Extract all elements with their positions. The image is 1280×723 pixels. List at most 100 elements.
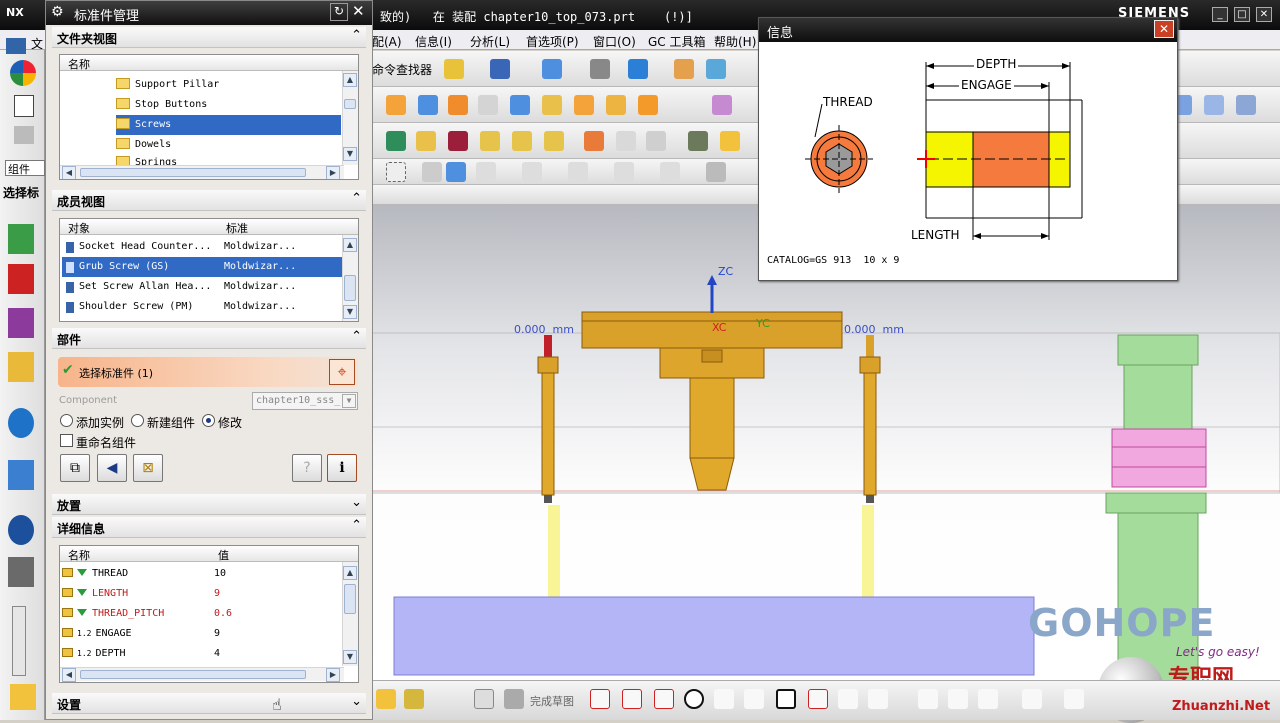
feature-icon[interactable] (386, 95, 406, 115)
snap-icon[interactable] (490, 59, 510, 79)
scroll-right-icon[interactable]: ▶ (326, 668, 340, 682)
tree-item[interactable]: Dowels (116, 135, 341, 155)
reuse-library-icon[interactable] (8, 352, 34, 382)
collapse-chevron-icon[interactable]: ⌃ (351, 518, 362, 533)
scroll-up-icon[interactable]: ▲ (343, 73, 357, 87)
collapse-chevron-icon[interactable]: ⌃ (351, 191, 362, 206)
open-icon[interactable] (14, 126, 34, 144)
cylinder-icon[interactable] (510, 95, 530, 115)
tree-item[interactable]: Springs (116, 153, 341, 165)
finish-sketch-label[interactable]: 完成草图 (530, 693, 574, 709)
flip-direction-button[interactable]: ◀ (97, 454, 127, 482)
chamfer-icon[interactable] (638, 95, 658, 115)
render-style-icon[interactable] (590, 59, 610, 79)
table-row[interactable]: Set Screw Allan Hea... Moldwizar... (62, 277, 344, 297)
scroll-down-icon[interactable]: ▼ (343, 305, 357, 319)
collapse-chevron-icon[interactable]: ⌃ (351, 28, 362, 43)
table-row-selected[interactable]: Grub Screw (GS) Moldwizar... (62, 257, 344, 277)
collapse-chevron-icon[interactable]: ⌃ (351, 329, 362, 344)
placement-header[interactable]: 放置 ⌄ (52, 494, 366, 515)
finder-icon[interactable] (444, 59, 464, 79)
file-menu-icon[interactable] (6, 38, 26, 54)
scroll-thumb[interactable] (344, 584, 356, 614)
fillet-icon[interactable] (714, 689, 734, 709)
roles-icon[interactable] (10, 684, 36, 710)
profile-icon[interactable] (590, 689, 610, 709)
member-vscroll[interactable]: ▲ ▼ (342, 235, 358, 321)
sketch-icon[interactable] (474, 689, 494, 709)
details-vscroll[interactable]: ▲ ▼ (342, 562, 358, 666)
scroll-down-icon[interactable]: ▼ (343, 650, 357, 664)
col-name[interactable]: 名称 (68, 547, 90, 563)
col-object[interactable]: 对象 (68, 220, 90, 236)
constraint-icon[interactable] (1064, 689, 1084, 709)
rectangle-icon[interactable] (776, 689, 796, 709)
snap-face-icon[interactable] (706, 162, 726, 182)
part-header[interactable]: 部件 ⌃ (52, 328, 366, 349)
menu-preferences[interactable]: 首选项(P) (526, 33, 579, 50)
details-hscroll[interactable]: ◀ ▶ (60, 667, 344, 682)
wcs-icon[interactable] (706, 59, 726, 79)
scroll-left-icon[interactable]: ◀ (62, 166, 76, 179)
cooling-icon[interactable] (616, 131, 636, 151)
scroll-thumb[interactable] (344, 99, 356, 109)
settings-header[interactable]: 设置 ⌄ (52, 693, 366, 714)
folder-view-header[interactable]: 文件夹视图 ⌃ (52, 27, 366, 48)
radio-add-instance[interactable] (60, 414, 73, 427)
menu-information[interactable]: 信息(I) (415, 33, 452, 50)
info-button[interactable]: i (327, 454, 357, 482)
arc-icon[interactable] (654, 689, 674, 709)
dialog-close-icon[interactable]: ✕ (352, 2, 365, 20)
scroll-up-icon[interactable]: ▲ (343, 238, 357, 252)
folder-vscroll[interactable]: ▲ ▼ (342, 71, 358, 165)
line-icon[interactable] (622, 689, 642, 709)
scroll-left-icon[interactable]: ◀ (62, 668, 76, 682)
table-row[interactable]: LENGTH 9 (62, 584, 344, 604)
snap-end-icon[interactable] (522, 162, 542, 182)
scroll-up-icon[interactable]: ▲ (343, 566, 357, 580)
radio-new-component[interactable] (131, 414, 144, 427)
minimize-button[interactable]: _ (1212, 7, 1228, 22)
select-box-icon[interactable] (386, 162, 406, 182)
scroll-thumb[interactable] (344, 275, 356, 301)
table-row[interactable]: THREAD 10 (62, 564, 344, 584)
block-icon[interactable] (478, 95, 498, 115)
bom-icon[interactable] (720, 131, 740, 151)
constraint-navigator-icon[interactable] (8, 264, 34, 294)
new-file-icon[interactable] (14, 95, 34, 117)
chevron-down-icon[interactable]: ▼ (342, 394, 356, 408)
system-materials-icon[interactable] (8, 557, 34, 587)
table-row[interactable]: THREAD_PITCH 0.6 (62, 604, 344, 624)
info-close-button[interactable]: ✕ (1154, 20, 1174, 38)
menu-window[interactable]: 窗口(O) (593, 33, 636, 50)
view-orient-icon[interactable] (628, 59, 648, 79)
snap-point-icon[interactable] (476, 162, 496, 182)
select-standard-part-row[interactable]: ✔ 选择标准件 (1) (58, 357, 358, 387)
extrude-icon[interactable] (418, 95, 438, 115)
table-row[interactable]: Shoulder Screw (PM) Moldwizar... (62, 297, 344, 317)
point-icon[interactable] (838, 689, 858, 709)
col-standard[interactable]: 标准 (226, 220, 248, 236)
dimension-icon[interactable] (1022, 689, 1042, 709)
reposition-button[interactable]: ⧉ (60, 454, 90, 482)
chamfer-sketch-icon[interactable] (744, 689, 764, 709)
command-finder[interactable]: 命令查找器 (372, 61, 432, 78)
gear-icon[interactable]: ⚙ (51, 4, 64, 20)
standard-part-icon[interactable] (448, 131, 468, 151)
details-header[interactable]: 详细信息 ⌃ (52, 517, 366, 538)
details-table[interactable]: 名称 值 THREAD 10 LENGTH 9 THREAD_PITCH 0.6 1.… (59, 545, 359, 683)
corner-icon[interactable] (978, 689, 998, 709)
menu-analysis[interactable]: 分析(L) (470, 33, 510, 50)
member-view-header[interactable]: 成员视图 ⌃ (52, 190, 366, 211)
left-menu-stub[interactable]: 文 (31, 35, 43, 52)
circle-icon[interactable] (684, 689, 704, 709)
electrode-icon[interactable] (646, 131, 666, 151)
gate-icon[interactable] (584, 131, 604, 151)
folder-hscroll[interactable]: ◀ ▶ (60, 165, 344, 179)
tree-item[interactable]: Support Pillar (116, 75, 341, 95)
expand-chevron-icon[interactable]: ⌄ (351, 694, 362, 709)
ejector-icon[interactable] (480, 131, 500, 151)
strip-scrollbar[interactable] (12, 606, 26, 676)
offset-icon[interactable] (868, 689, 888, 709)
tree-item[interactable]: Stop Buttons (116, 95, 341, 115)
